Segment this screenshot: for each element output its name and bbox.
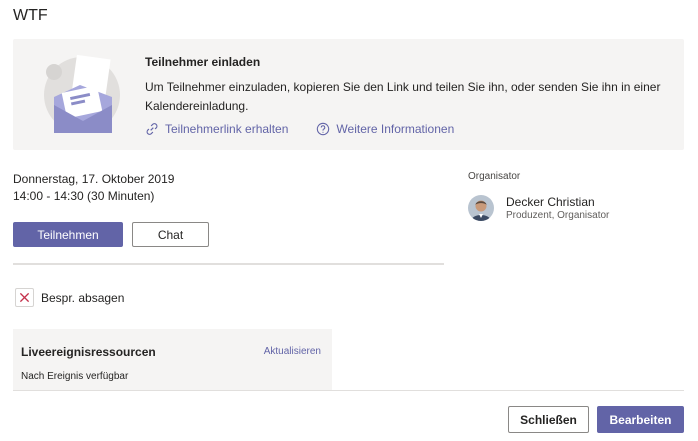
invite-banner: Teilnehmer einladen Um Teilnehmer einzul… [13, 39, 684, 150]
footer-divider [13, 390, 684, 391]
close-button[interactable]: Schließen [508, 406, 589, 433]
organizer-section-label: Organisator [468, 171, 521, 182]
refresh-link[interactable]: Aktualisieren [264, 346, 321, 357]
invite-heading: Teilnehmer einladen [145, 55, 261, 69]
help-circle-icon [317, 122, 330, 136]
decline-icon-box [15, 288, 34, 307]
join-button[interactable]: Teilnehmen [13, 222, 123, 247]
chat-button[interactable]: Chat [132, 222, 209, 247]
live-event-resources-panel: Liveereignisressourcen Aktualisieren Nac… [13, 329, 332, 391]
get-attendee-link-label: Teilnehmerlink erhalten [165, 122, 289, 136]
person-photo-icon [468, 195, 494, 221]
close-icon [19, 292, 30, 303]
avatar[interactable] [468, 195, 494, 221]
decline-label: Bespr. absagen [41, 290, 125, 305]
organizer-role: Produzent, Organisator [506, 210, 610, 221]
resources-status: Nach Ereignis verfügbar [21, 371, 129, 382]
invite-description: Um Teilnehmer einzuladen, kopieren Sie d… [145, 80, 661, 113]
decline-meeting-button[interactable]: Bespr. absagen [15, 288, 124, 307]
edit-button[interactable]: Bearbeiten [597, 406, 684, 433]
link-icon [146, 123, 158, 135]
get-attendee-link[interactable]: Teilnehmerlink erhalten [145, 122, 288, 136]
meeting-date: Donnerstag, 17. Oktober 2019 [13, 172, 175, 186]
more-info-link[interactable]: Weitere Informationen [316, 122, 454, 136]
more-info-label: Weitere Informationen [336, 122, 455, 136]
resources-title: Liveereignisressourcen [21, 345, 156, 359]
invitation-envelope-icon [44, 54, 120, 133]
window-title: WTF [13, 7, 48, 24]
section-divider [13, 263, 444, 265]
organizer-name: Decker Christian [506, 195, 595, 209]
meeting-time: 14:00 - 14:30 (30 Minuten) [13, 189, 155, 203]
